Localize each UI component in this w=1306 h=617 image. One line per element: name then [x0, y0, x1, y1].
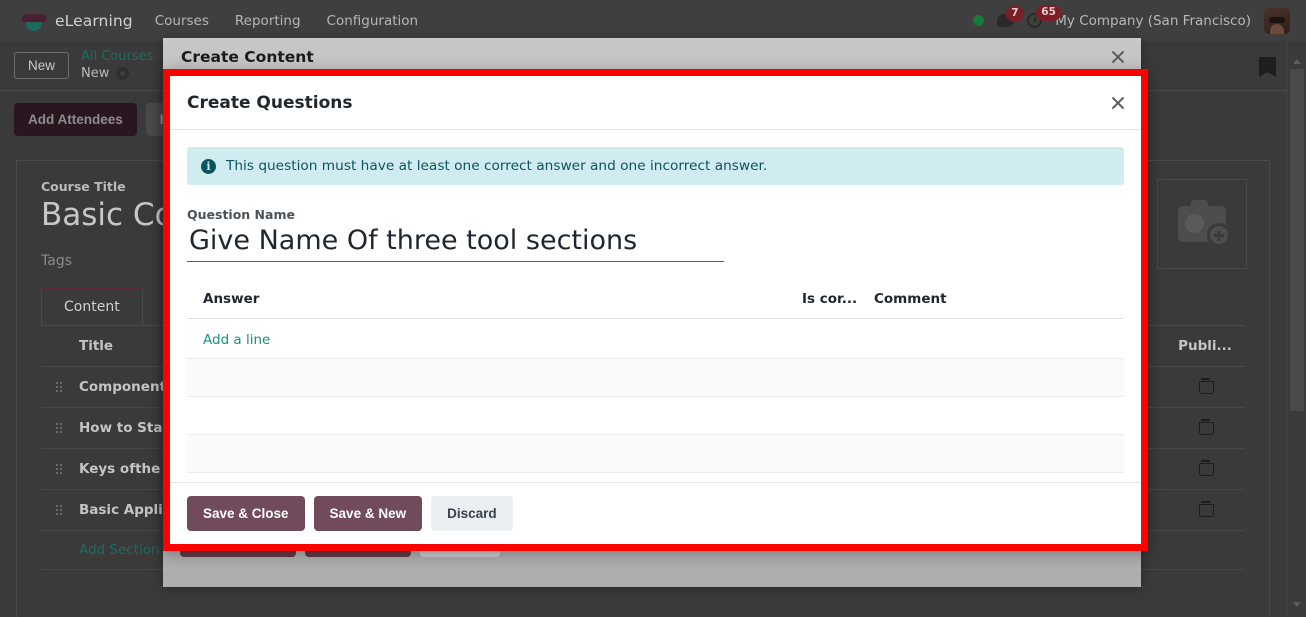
brand-name: eLearning: [55, 11, 133, 30]
save-and-close-button[interactable]: Save & Close: [187, 496, 305, 531]
trash-icon[interactable]: [1198, 419, 1214, 435]
close-icon[interactable]: [1108, 93, 1127, 112]
navbar-right: 7 65 My Company (San Francisco): [973, 5, 1296, 34]
discard-button[interactable]: Discard: [431, 496, 513, 531]
trash-icon[interactable]: [1198, 378, 1214, 394]
new-button[interactable]: New: [14, 52, 70, 79]
create-questions-title: Create Questions: [187, 92, 353, 113]
create-questions-footer: Save & Close Save & New Discard: [170, 482, 1141, 544]
drag-handle-icon[interactable]: [55, 504, 63, 516]
answers-header-row: Answer Is cor... Comment: [187, 284, 1124, 319]
question-name-group: Question Name: [187, 207, 1124, 262]
scroll-up-arrow-icon[interactable]: [1293, 59, 1301, 64]
activities-button[interactable]: 65: [1027, 5, 1061, 28]
trash-icon[interactable]: [1198, 501, 1214, 517]
create-questions-dialog: Create Questions i This question must ha…: [163, 69, 1148, 551]
empty-row: [187, 434, 1124, 473]
breadcrumb-current: New: [81, 66, 153, 82]
avatar[interactable]: [1264, 7, 1290, 34]
th-comment: Comment: [874, 284, 1124, 319]
th-is-correct: Is cor...: [802, 284, 874, 319]
create-questions-body: i This question must have at least one c…: [170, 130, 1141, 482]
breadcrumb-current-label: New: [81, 65, 110, 81]
graduation-cap-icon: [21, 10, 47, 32]
create-questions-header: Create Questions: [170, 76, 1141, 130]
row-delete[interactable]: [1165, 407, 1245, 449]
nav-links: Courses Reporting Configuration: [155, 13, 418, 29]
messages-badge: 7: [1006, 6, 1024, 22]
messages-button[interactable]: 7: [997, 6, 1024, 27]
course-image-upload[interactable]: [1157, 179, 1247, 269]
trash-icon[interactable]: [1198, 460, 1214, 476]
question-name-input[interactable]: [187, 223, 724, 262]
empty-row: [187, 358, 1124, 397]
answers-table: Answer Is cor... Comment Add a line: [187, 284, 1124, 473]
brand-logo[interactable]: eLearning: [10, 10, 133, 32]
nav-link-courses[interactable]: Courses: [155, 13, 209, 29]
activities-badge: 65: [1036, 5, 1061, 21]
close-icon[interactable]: [1109, 48, 1127, 66]
row-delete[interactable]: [1165, 448, 1245, 490]
empty-row: [187, 396, 1124, 435]
row-delete[interactable]: [1165, 489, 1245, 531]
tab-content[interactable]: Content: [41, 287, 143, 325]
screen-root: eLearning Courses Reporting Configuratio…: [0, 0, 1306, 617]
add-attendees-button[interactable]: Add Attendees: [14, 103, 137, 136]
add-a-line-link[interactable]: Add a line: [203, 332, 270, 348]
breadcrumb-all-courses[interactable]: All Courses: [81, 49, 153, 65]
info-icon: i: [201, 158, 216, 174]
scroll-down-arrow-icon[interactable]: [1293, 602, 1301, 607]
action-bar: Add Attendees In: [14, 103, 186, 136]
drag-handle-icon[interactable]: [55, 422, 63, 434]
top-navbar: eLearning Courses Reporting Configuratio…: [0, 0, 1306, 41]
drag-handle-icon[interactable]: [55, 463, 63, 475]
save-and-new-button[interactable]: Save & New: [313, 496, 423, 531]
add-line-row[interactable]: Add a line: [187, 318, 1124, 359]
question-name-label: Question Name: [187, 207, 295, 222]
create-content-title: Create Content: [181, 48, 314, 66]
row-delete[interactable]: [1165, 366, 1245, 408]
gear-icon[interactable]: [116, 67, 130, 81]
add-section-link[interactable]: Add Section: [79, 542, 160, 558]
page-scrollbar[interactable]: [1286, 41, 1306, 617]
camera-add-icon: [1178, 200, 1231, 247]
validation-alert-text: This question must have at least one cor…: [226, 158, 768, 174]
breadcrumb: All Courses New: [81, 49, 153, 82]
company-name[interactable]: My Company (San Francisco): [1055, 13, 1251, 29]
scrollbar-thumb[interactable]: [1290, 69, 1304, 411]
nav-link-configuration[interactable]: Configuration: [327, 13, 419, 29]
th-answer: Answer: [187, 284, 802, 319]
presence-status-icon[interactable]: [973, 15, 985, 26]
nav-link-reporting[interactable]: Reporting: [235, 13, 301, 29]
drag-handle-icon[interactable]: [55, 381, 63, 393]
validation-alert: i This question must have at least one c…: [187, 147, 1124, 185]
th-published: Publi...: [1165, 326, 1245, 367]
